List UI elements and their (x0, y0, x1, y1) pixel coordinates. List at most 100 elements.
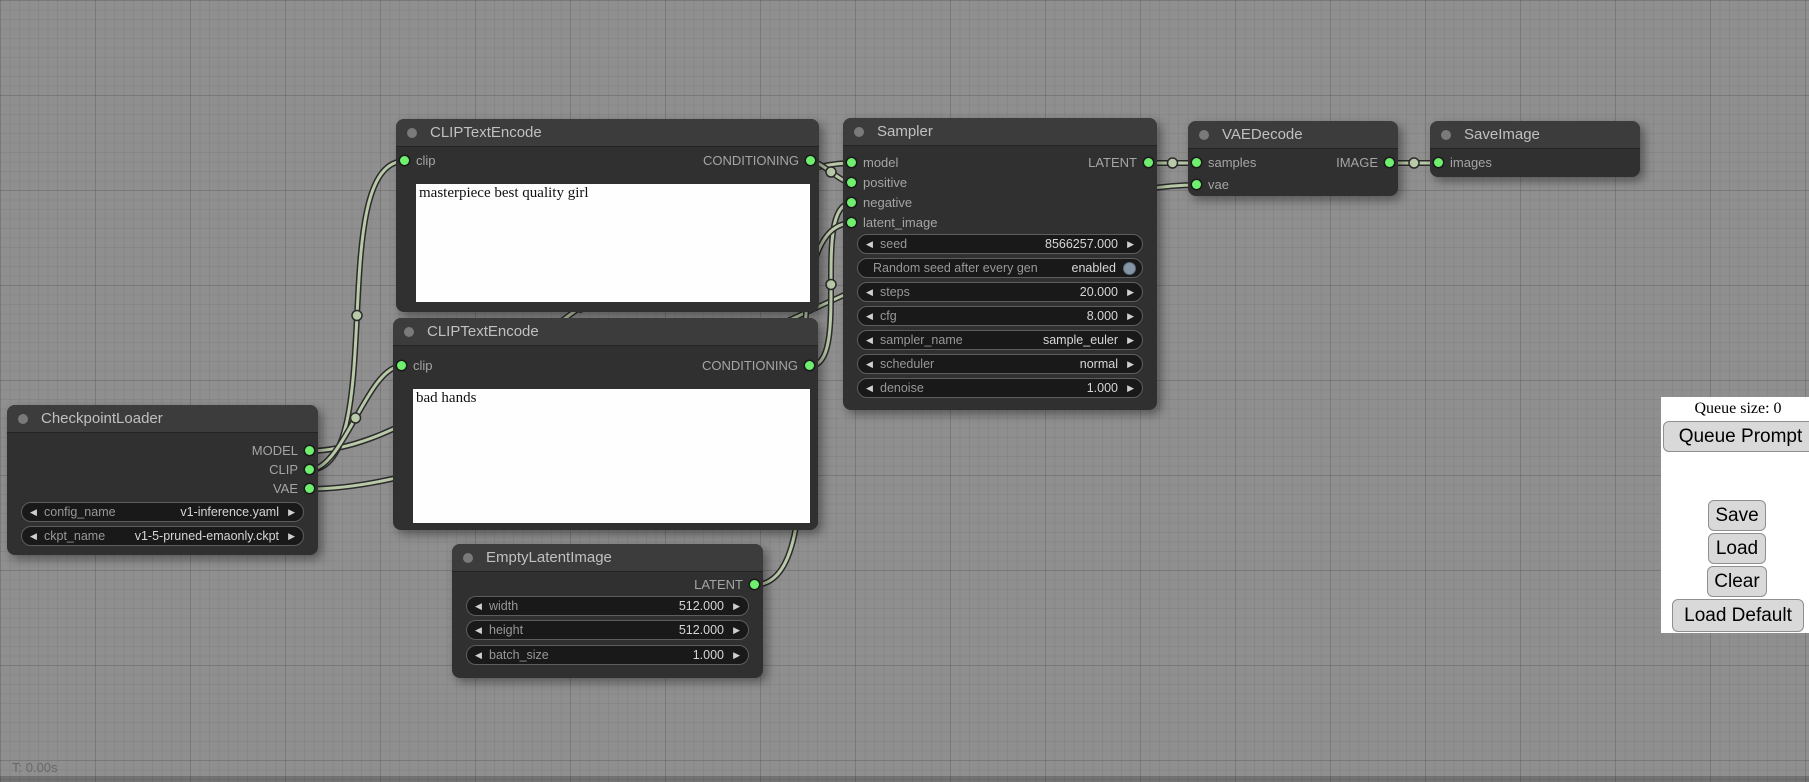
widget-ckpt-name[interactable]: ◀ ckpt_name v1-5-pruned-emaonly.ckpt ▶ (21, 526, 304, 546)
node-vae-decode[interactable]: VAEDecode samples vae IMAGE (1188, 121, 1398, 196)
collapse-dot-icon[interactable] (1441, 130, 1451, 140)
collapse-dot-icon[interactable] (463, 553, 473, 563)
clear-button[interactable]: Clear (1707, 566, 1767, 597)
output-port-icon[interactable] (1144, 158, 1153, 167)
node-title-bar[interactable]: EmptyLatentImage (452, 544, 763, 572)
node-title: SaveImage (1464, 126, 1540, 143)
node-sampler[interactable]: Sampler model positive negative latent_i… (843, 118, 1157, 410)
increment-arrow-icon[interactable]: ▶ (288, 503, 295, 521)
toggle-indicator-icon[interactable] (1123, 262, 1136, 275)
increment-arrow-icon[interactable]: ▶ (1127, 307, 1134, 325)
collapse-dot-icon[interactable] (407, 128, 417, 138)
positive-prompt-textarea[interactable]: masterpiece best quality girl (416, 184, 810, 302)
output-slot-conditioning[interactable]: CONDITIONING (393, 356, 818, 376)
link-midpoint-dot[interactable] (351, 413, 361, 423)
link-midpoint-dot[interactable] (826, 167, 836, 177)
link-wire (309, 161, 405, 470)
node-clip-text-encode-negative[interactable]: CLIPTextEncode clip CONDITIONING bad han… (393, 318, 818, 530)
collapse-dot-icon[interactable] (854, 127, 864, 137)
widget-seed[interactable]: ◀ seed 8566257.000 ▶ (857, 234, 1143, 254)
node-title-bar[interactable]: CLIPTextEncode (393, 318, 818, 346)
input-port-icon[interactable] (847, 198, 856, 207)
node-checkpoint-loader[interactable]: CheckpointLoader MODEL CLIP VAE ◀ config… (7, 405, 318, 555)
widget-random-seed-toggle[interactable]: Random seed after every gen enabled (857, 258, 1143, 278)
link-midpoint-dot[interactable] (826, 280, 836, 290)
input-port-icon[interactable] (847, 218, 856, 227)
widget-label: width (489, 597, 518, 615)
node-title-bar[interactable]: CheckpointLoader (7, 405, 318, 433)
negative-prompt-textarea[interactable]: bad hands (413, 389, 810, 523)
input-slot-images[interactable]: images (1430, 153, 1640, 173)
output-port-icon[interactable] (305, 465, 314, 474)
output-port-icon[interactable] (1385, 158, 1394, 167)
queue-prompt-button[interactable]: Queue Prompt (1663, 421, 1809, 452)
input-port-icon[interactable] (1192, 180, 1201, 189)
widget-steps[interactable]: ◀ steps 20.000 ▶ (857, 282, 1143, 302)
decrement-arrow-icon[interactable]: ◀ (866, 355, 873, 373)
decrement-arrow-icon[interactable]: ◀ (475, 646, 482, 664)
node-title-bar[interactable]: CLIPTextEncode (396, 119, 819, 147)
widget-denoise[interactable]: ◀ denoise 1.000 ▶ (857, 378, 1143, 398)
node-empty-latent-image[interactable]: EmptyLatentImage LATENT ◀ width 512.000 … (452, 544, 763, 678)
widget-height[interactable]: ◀ height 512.000 ▶ (466, 620, 749, 640)
widget-cfg[interactable]: ◀ cfg 8.000 ▶ (857, 306, 1143, 326)
input-slot-vae[interactable]: vae (1188, 175, 1398, 195)
increment-arrow-icon[interactable]: ▶ (1127, 331, 1134, 349)
node-title-bar[interactable]: Sampler (843, 118, 1157, 146)
increment-arrow-icon[interactable]: ▶ (733, 621, 740, 639)
output-port-icon[interactable] (805, 361, 814, 370)
output-slot-image[interactable]: IMAGE (1188, 153, 1398, 173)
node-title-bar[interactable]: SaveImage (1430, 121, 1640, 149)
increment-arrow-icon[interactable]: ▶ (1127, 283, 1134, 301)
output-port-icon[interactable] (305, 484, 314, 493)
input-port-icon[interactable] (847, 178, 856, 187)
output-slot-vae[interactable]: VAE (7, 479, 318, 499)
decrement-arrow-icon[interactable]: ◀ (475, 597, 482, 615)
load-default-button[interactable]: Load Default (1672, 599, 1804, 632)
output-slot-conditioning[interactable]: CONDITIONING (396, 151, 819, 171)
input-port-icon[interactable] (1434, 158, 1443, 167)
decrement-arrow-icon[interactable]: ◀ (866, 283, 873, 301)
widget-width[interactable]: ◀ width 512.000 ▶ (466, 596, 749, 616)
decrement-arrow-icon[interactable]: ◀ (866, 235, 873, 253)
output-slot-latent[interactable]: LATENT (843, 153, 1157, 173)
decrement-arrow-icon[interactable]: ◀ (866, 379, 873, 397)
widget-value: v1-5-pruned-emaonly.ckpt (135, 527, 279, 545)
output-port-icon[interactable] (806, 156, 815, 165)
output-slot-clip[interactable]: CLIP (7, 460, 318, 480)
widget-config-name[interactable]: ◀ config_name v1-inference.yaml ▶ (21, 502, 304, 522)
increment-arrow-icon[interactable]: ▶ (1127, 235, 1134, 253)
decrement-arrow-icon[interactable]: ◀ (475, 621, 482, 639)
widget-batch-size[interactable]: ◀ batch_size 1.000 ▶ (466, 645, 749, 665)
link-midpoint-dot[interactable] (1168, 158, 1178, 168)
node-title-bar[interactable]: VAEDecode (1188, 121, 1398, 149)
input-slot-negative[interactable]: negative (843, 193, 1157, 213)
increment-arrow-icon[interactable]: ▶ (1127, 355, 1134, 373)
collapse-dot-icon[interactable] (404, 327, 414, 337)
save-button[interactable]: Save (1708, 500, 1766, 531)
link-midpoint-dot[interactable] (352, 311, 362, 321)
increment-arrow-icon[interactable]: ▶ (1127, 379, 1134, 397)
increment-arrow-icon[interactable]: ▶ (288, 527, 295, 545)
decrement-arrow-icon[interactable]: ◀ (30, 527, 37, 545)
decrement-arrow-icon[interactable]: ◀ (30, 503, 37, 521)
increment-arrow-icon[interactable]: ▶ (733, 646, 740, 664)
input-slot-positive[interactable]: positive (843, 173, 1157, 193)
output-slot-model[interactable]: MODEL (7, 441, 318, 461)
input-slot-latent-image[interactable]: latent_image (843, 213, 1157, 233)
collapse-dot-icon[interactable] (18, 414, 28, 424)
node-save-image[interactable]: SaveImage images (1430, 121, 1640, 177)
collapse-dot-icon[interactable] (1199, 130, 1209, 140)
output-slot-latent[interactable]: LATENT (452, 575, 763, 595)
increment-arrow-icon[interactable]: ▶ (733, 597, 740, 615)
output-port-icon[interactable] (750, 580, 759, 589)
decrement-arrow-icon[interactable]: ◀ (866, 331, 873, 349)
widget-scheduler[interactable]: ◀ scheduler normal ▶ (857, 354, 1143, 374)
widget-sampler-name[interactable]: ◀ sampler_name sample_euler ▶ (857, 330, 1143, 350)
load-button[interactable]: Load (1708, 533, 1766, 564)
output-port-icon[interactable] (305, 446, 314, 455)
node-clip-text-encode-positive[interactable]: CLIPTextEncode clip CONDITIONING masterp… (396, 119, 819, 312)
widget-label: sampler_name (880, 331, 963, 349)
link-midpoint-dot[interactable] (1409, 158, 1419, 168)
decrement-arrow-icon[interactable]: ◀ (866, 307, 873, 325)
